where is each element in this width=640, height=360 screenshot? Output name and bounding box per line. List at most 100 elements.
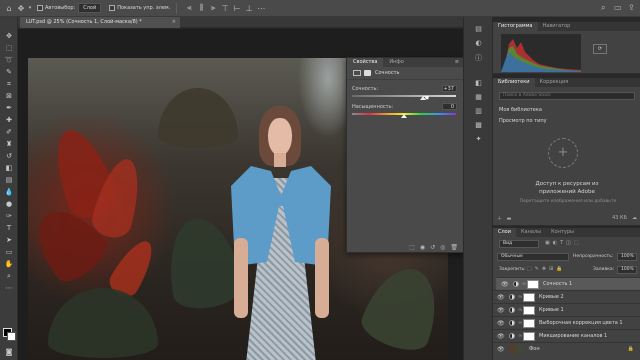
healing-brush-icon[interactable]: ✚ [3,115,15,125]
tab-channels[interactable]: Каналы [516,228,546,237]
eye-icon[interactable]: 👁 [497,346,505,353]
folder-icon[interactable]: ▬ [507,216,512,222]
quick-select-icon[interactable]: ✎ [3,67,15,77]
histogram-refresh-icon[interactable]: ⟳ [593,44,607,54]
path-select-icon[interactable]: ➤ [3,235,15,245]
tab-info[interactable]: Инфо [383,58,409,67]
chevron-down-icon[interactable]: ▾ [27,5,33,11]
blur-icon[interactable]: 💧 [3,187,15,197]
align-center-icon[interactable]: ⫼ [195,3,207,13]
home-icon[interactable]: ⌂ [3,4,15,13]
frame-icon[interactable]: ⊠ [3,91,15,101]
history-icon[interactable]: ▤ [473,25,484,35]
swatches-icon[interactable]: ▦ [473,93,484,103]
add-icon[interactable]: ＋ [497,216,502,222]
view-previous-icon[interactable]: ◉ [420,244,425,251]
tab-paths[interactable]: Контуры [546,228,579,237]
patterns-icon[interactable]: ▩ [473,121,484,131]
eye-icon[interactable]: 👁 [497,307,505,314]
share-icon[interactable]: ⇪ [628,3,635,12]
zoom-icon[interactable]: ⌕ [3,271,15,281]
mask-icon[interactable] [364,70,371,76]
lasso-icon[interactable]: ➰ [3,55,15,65]
rectangle-icon[interactable]: ▭ [3,247,15,257]
align-right-icon[interactable]: ⫸ [207,3,219,13]
link-icon[interactable]: ∞ [518,333,522,339]
view-by-type-selector[interactable]: Просмотр по типу [493,118,547,124]
workspace-icon[interactable]: ▭ [614,3,622,12]
eyedropper-icon[interactable]: ✒ [3,103,15,113]
tab-layers[interactable]: Слои [493,228,516,237]
eye-icon[interactable]: 👁 [501,281,509,288]
layer-row[interactable]: 👁 ∞ Кривые 2 [493,290,640,303]
align-middle-icon[interactable]: ⊢ [231,4,243,13]
move-icon[interactable]: ✥ [3,31,15,41]
tab-libraries[interactable]: Библиотеки [493,78,535,87]
clip-icon[interactable]: ⬚ [409,244,415,251]
tab-histogram[interactable]: Гистограмма [493,22,538,31]
close-icon[interactable]: × [172,17,176,28]
background-color-swatch[interactable] [7,332,16,341]
layer-mask-thumbnail[interactable] [523,332,535,341]
marquee-icon[interactable]: ⬚ [3,43,15,53]
trash-icon[interactable]: 🗑 [450,244,458,251]
vibrance-slider[interactable] [352,95,456,97]
more-options-icon[interactable]: ⋯ [255,4,267,13]
link-icon[interactable]: ∞ [522,281,526,287]
clone-stamp-icon[interactable]: ♜ [3,139,15,149]
saturation-value-input[interactable]: 0 [442,103,457,110]
layer-row[interactable]: 👁 Фон 🔒 [493,342,640,355]
eye-icon[interactable]: 👁 [497,294,505,301]
gradient-panel-icon[interactable]: ▥ [473,107,484,117]
layer-row[interactable]: 👁 ∞ Кривые 1 [493,303,640,316]
vibrance-value-input[interactable]: +37 [442,85,457,92]
opacity-input[interactable]: 100% [617,253,637,261]
brush-icon[interactable]: ✐ [3,127,15,137]
layer-mask-thumbnail[interactable] [523,293,535,302]
quick-mask-icon[interactable]: ◙ [3,347,15,357]
dodge-icon[interactable]: ● [3,199,15,209]
reset-icon[interactable]: ↺ [430,244,435,251]
shapes-icon[interactable]: ✦ [473,135,484,145]
link-icon[interactable]: ∞ [518,307,522,313]
layer-mask-thumbnail[interactable] [523,319,535,328]
fill-input[interactable]: 100% [617,266,637,274]
crop-icon[interactable]: ⌗ [3,79,15,89]
gradient-icon[interactable]: ▤ [3,175,15,185]
blend-mode-select[interactable]: Обычные [497,253,569,261]
align-top-icon[interactable]: ⊤ [219,4,231,13]
eraser-icon[interactable]: ◧ [3,163,15,173]
autoselect-dropdown[interactable]: Слой [78,3,102,13]
align-left-icon[interactable]: ⫷ [183,3,195,13]
show-transform-checkbox[interactable] [109,5,116,11]
info-icon[interactable]: ⓘ [473,53,484,63]
move-tool-icon[interactable]: ✥ [15,4,27,13]
search-icon[interactable]: ⌕ [601,3,605,13]
document-tab[interactable]: LUT.psd @ 25% (Сочность 1, Слой-маска/8)… [20,17,180,28]
link-icon[interactable]: ∞ [518,294,522,300]
align-bottom-icon[interactable]: ⊥ [243,4,255,13]
layer-row[interactable]: 👁 ∞ Сочность 1 [496,277,640,290]
tab-properties[interactable]: Свойства [347,58,384,67]
type-icon[interactable]: T [3,223,15,233]
layer-mask-thumbnail[interactable] [527,280,539,289]
eye-icon[interactable]: 👁 [497,333,505,340]
visibility-icon[interactable]: ◎ [440,244,445,251]
stock-search-input[interactable]: Поиск в Adobe Stock [499,92,635,100]
pen-icon[interactable]: ✑ [3,211,15,221]
adjust-icon[interactable]: ◐ [473,39,484,49]
more-tools-icon[interactable]: ⋯ [3,283,15,293]
layer-filter-select[interactable]: Вид [499,240,539,248]
saturation-slider-thumb[interactable] [401,114,407,118]
layer-row[interactable]: 👁 ∞ Выборочная коррекция цвета 1 [493,316,640,329]
history-brush-icon[interactable]: ↺ [3,151,15,161]
layer-mask-thumbnail[interactable] [523,306,535,315]
color-icon[interactable]: ◧ [473,79,484,89]
tab-corrections[interactable]: Коррекция [535,78,574,87]
tab-navigator[interactable]: Навигатор [538,22,576,31]
hand-icon[interactable]: ✋ [3,259,15,269]
link-icon[interactable]: ∞ [518,320,522,326]
cloud-icon[interactable]: ☁ [632,215,637,221]
layer-row[interactable]: 👁 ∞ Микширование каналов 1 [493,329,640,342]
my-library-selector[interactable]: Моя библиотека [493,107,542,113]
